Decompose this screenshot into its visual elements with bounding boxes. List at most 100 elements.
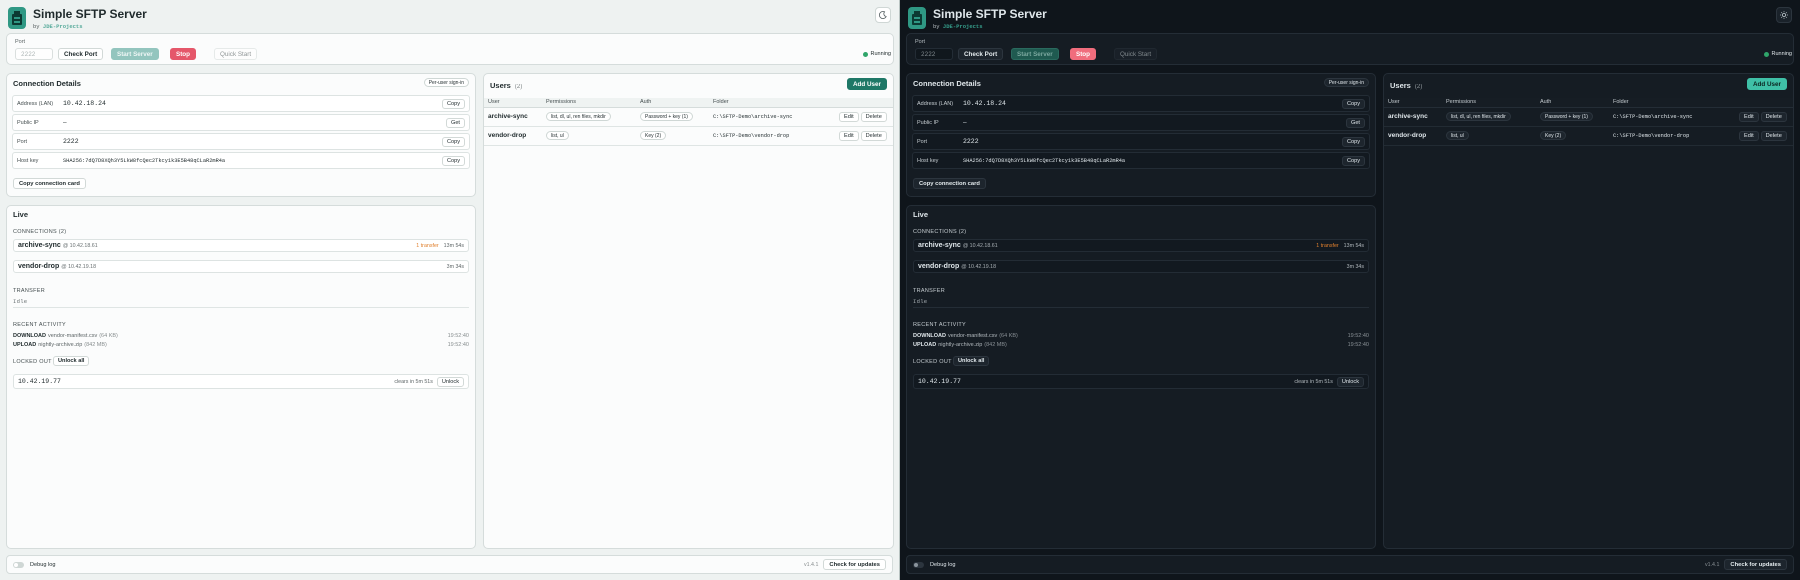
row-label: Public IP	[17, 119, 39, 126]
app-byline: by JDE-Projects	[933, 23, 1047, 30]
activity-item: UPLOAD nightly-archive.zip (842 MB) 19:52:4…	[913, 341, 1369, 348]
activity-time: 19:52:40	[1347, 332, 1369, 339]
user-folder: C:\SFTP-Demo\archive-sync	[709, 107, 835, 127]
check-port-button[interactable]: Check Port	[958, 48, 1004, 60]
check-port-button[interactable]: Check Port	[58, 48, 104, 60]
user-name: archive-sync	[1384, 107, 1442, 127]
conn-ip: @ 10.42.19.18	[61, 263, 97, 270]
copy-address-button[interactable]: Copy	[1341, 98, 1365, 109]
activity-type: DOWNLOAD	[13, 332, 46, 339]
copy-address-button[interactable]: Copy	[441, 98, 465, 109]
unlock-all-button[interactable]: Unlock all	[53, 356, 90, 366]
conn-ip: @ 10.42.18.61	[962, 242, 998, 249]
row-label: Address (LAN)	[917, 100, 954, 107]
port-label: Port	[15, 39, 26, 45]
get-public-ip-button[interactable]: Get	[445, 117, 465, 128]
connections-label: CONNECTIONS (2)	[13, 229, 67, 235]
delete-user-button[interactable]: Delete	[1760, 111, 1787, 122]
copy-port-button[interactable]: Copy	[1341, 136, 1365, 147]
locked-clears: clears in 5m 51s	[394, 378, 433, 385]
theme-toggle-button[interactable]	[875, 7, 891, 23]
port-label: Port	[915, 39, 926, 45]
host-key-row: Host key SHA256:7dQ7D8XQh3Y5LkW8fcQec2Tkc…	[912, 152, 1370, 169]
users-panel: Users (2) Add User User Permissions Auth …	[483, 73, 894, 549]
version-label: v1.4.1	[1704, 561, 1720, 568]
conn-duration: 3m 34s	[446, 263, 464, 270]
activity-item: UPLOAD nightly-archive.zip (842 MB) 19:52:4…	[13, 341, 469, 348]
footer-bar: Debug log v1.4.1 Check for updates	[6, 555, 893, 574]
copy-port-button[interactable]: Copy	[441, 136, 465, 147]
connection-item[interactable]: archive-sync @ 10.42.18.61 1 transfer 13m 5…	[13, 239, 469, 252]
host-key-row: Host key SHA256:7dQ7D8XQh3Y5LkW8fcQec2Tkc…	[12, 152, 470, 169]
copy-connection-card-button[interactable]: Copy connection card	[913, 178, 986, 189]
debug-log-toggle[interactable]	[13, 561, 24, 568]
live-panel: Live CONNECTIONS (2) archive-sync @ 10.42…	[906, 205, 1376, 549]
activity-item: DOWNLOAD vendor-manifest.csv (64 KB) 19:52:…	[13, 332, 469, 339]
permissions-pill: list, dl, ul, ren files, mkdir	[546, 112, 611, 121]
unlock-all-button[interactable]: Unlock all	[953, 356, 990, 366]
check-updates-button[interactable]: Check for updates	[823, 559, 886, 570]
row-value: SHA256:7dQ7D8XQh3Y5LkW8fcQec2Tkcy1k3E5B4…	[63, 157, 226, 164]
copy-host-key-button[interactable]: Copy	[1341, 155, 1365, 166]
byline-org: JDE-Projects	[42, 22, 83, 30]
table-row[interactable]: archive-sync list, dl, ul, ren files, mk…	[484, 107, 893, 127]
activity-time: 19:52:40	[447, 332, 469, 339]
connection-item[interactable]: vendor-drop @ 10.42.19.18 3m 34s	[913, 260, 1369, 273]
copy-connection-card-button[interactable]: Copy connection card	[13, 178, 86, 189]
unlock-button[interactable]: Unlock	[436, 376, 464, 387]
check-updates-button[interactable]: Check for updates	[1724, 559, 1787, 570]
locked-ip-item: 10.42.19.77 clears in 5m 51s Unlock	[13, 374, 469, 389]
col-actions	[1735, 98, 1793, 108]
copy-host-key-button[interactable]: Copy	[441, 155, 465, 166]
delete-user-button[interactable]: Delete	[1760, 130, 1787, 141]
stop-button[interactable]: Stop	[1070, 48, 1096, 60]
edit-user-button[interactable]: Edit	[1739, 130, 1759, 141]
row-label: Port	[917, 138, 928, 145]
status-dot-icon	[1763, 51, 1769, 57]
port-input[interactable]: 2222	[915, 48, 953, 60]
edit-user-button[interactable]: Edit	[839, 111, 859, 122]
app-byline: by JDE-Projects	[33, 23, 147, 30]
edit-user-button[interactable]: Edit	[1739, 111, 1759, 122]
connections-label: CONNECTIONS (2)	[913, 229, 967, 235]
table-row[interactable]: vendor-drop list, ul Key (2) C:\SFTP-Dem…	[1384, 126, 1793, 146]
start-server-button[interactable]: Start Server	[1011, 48, 1059, 60]
delete-user-button[interactable]: Delete	[860, 130, 887, 141]
conn-ip: @ 10.42.19.18	[961, 263, 997, 270]
quick-start-button[interactable]: Quick Start	[214, 48, 258, 60]
port-input[interactable]: 2222	[15, 48, 53, 60]
users-title: Users (2)	[1390, 81, 1422, 90]
user-folder: C:\SFTP-Demo\vendor-drop	[1609, 126, 1735, 146]
stop-button[interactable]: Stop	[170, 48, 196, 60]
locked-ip-item: 10.42.19.77 clears in 5m 51s Unlock	[913, 374, 1369, 389]
debug-log-toggle[interactable]	[913, 561, 924, 568]
auth-pill: Key (2)	[640, 131, 667, 140]
app-logo-icon	[908, 7, 926, 29]
user-folder: C:\SFTP-Demo\vendor-drop	[709, 126, 835, 146]
app-logo-icon	[8, 7, 26, 29]
start-server-button[interactable]: Start Server	[111, 48, 159, 60]
quick-start-button[interactable]: Quick Start	[1114, 48, 1158, 60]
locked-out-label: LOCKED OUT	[13, 359, 52, 365]
row-value: 10.42.18.24	[63, 100, 106, 107]
activity-file: nightly-archive.zip	[38, 341, 83, 348]
row-label: Public IP	[917, 119, 939, 126]
theme-toggle-button[interactable]	[1776, 7, 1792, 23]
moon-icon	[879, 11, 887, 19]
add-user-button[interactable]: Add User	[1747, 78, 1787, 90]
connection-item[interactable]: archive-sync @ 10.42.18.61 1 transfer 13m 5…	[913, 239, 1369, 252]
activity-file: vendor-manifest.csv	[48, 332, 98, 339]
permissions-pill: list, dl, ul, ren files, mkdir	[1446, 112, 1511, 121]
add-user-button[interactable]: Add User	[847, 78, 887, 90]
table-row[interactable]: archive-sync list, dl, ul, ren files, mk…	[1384, 107, 1793, 127]
edit-user-button[interactable]: Edit	[839, 130, 859, 141]
live-title: Live	[13, 210, 29, 219]
get-public-ip-button[interactable]: Get	[1345, 117, 1365, 128]
delete-user-button[interactable]: Delete	[860, 111, 887, 122]
transfer-state: Idle	[913, 298, 928, 305]
connection-item[interactable]: vendor-drop @ 10.42.19.18 3m 34s	[13, 260, 469, 273]
transfer-state: Idle	[13, 298, 28, 305]
users-table-header: User Permissions Auth Folder	[1384, 98, 1793, 108]
unlock-button[interactable]: Unlock	[1336, 376, 1364, 387]
table-row[interactable]: vendor-drop list, ul Key (2) C:\SFTP-Dem…	[484, 126, 893, 146]
